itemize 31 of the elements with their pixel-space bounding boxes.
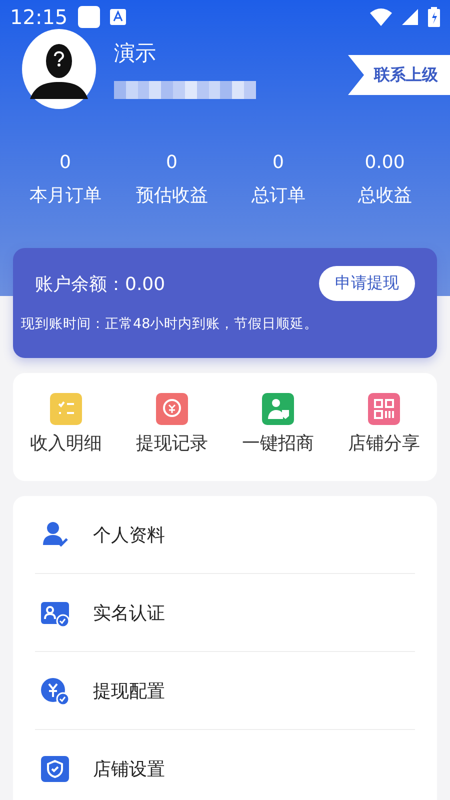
stat-value: 0 — [60, 152, 71, 173]
wifi-icon — [370, 8, 392, 26]
coin-icon — [156, 393, 188, 425]
stat-value: 0 — [166, 152, 178, 173]
qr-code-icon — [368, 393, 400, 425]
stat-label: 总收益 — [358, 184, 412, 207]
signal-icon — [402, 9, 418, 25]
withdraw-notice: 现到账时间：正常48小时内到账，节假日顺延。 — [21, 315, 320, 333]
shortcut-item[interactable]: 收入明细 — [13, 393, 119, 455]
stat-value: 0 — [272, 152, 284, 173]
keyboard-notification-icon — [110, 9, 126, 25]
shortcut-item[interactable]: 提现记录 — [119, 393, 225, 455]
stat-label: 总订单 — [251, 184, 306, 207]
user-name: 演示 — [114, 40, 157, 67]
battery-icon — [428, 7, 440, 27]
menu-item[interactable]: 实名认证 — [35, 574, 415, 652]
stat-label: 预估收益 — [136, 184, 208, 207]
shortcut-item[interactable]: 店铺分享 — [331, 393, 437, 455]
stat-label: 本月订单 — [29, 184, 102, 207]
status-time: 12:15 — [10, 5, 68, 29]
app-notification-icon — [78, 6, 100, 28]
menu-item[interactable]: 提现配置 — [35, 652, 415, 730]
checklist-icon — [50, 393, 82, 425]
menu-item[interactable]: 个人资料 — [35, 496, 415, 574]
contact-superior-button[interactable]: 联系上级 — [348, 55, 450, 95]
stat-value: 0.00 — [364, 152, 405, 173]
person-badge-icon — [262, 393, 294, 425]
withdraw-button[interactable]: 申请提现 — [319, 266, 415, 301]
menu-item[interactable]: 店铺设置 — [35, 730, 415, 800]
balance-text: 账户余额：0.00 — [35, 272, 166, 296]
shortcut-item[interactable]: 一键招商 — [225, 393, 331, 455]
